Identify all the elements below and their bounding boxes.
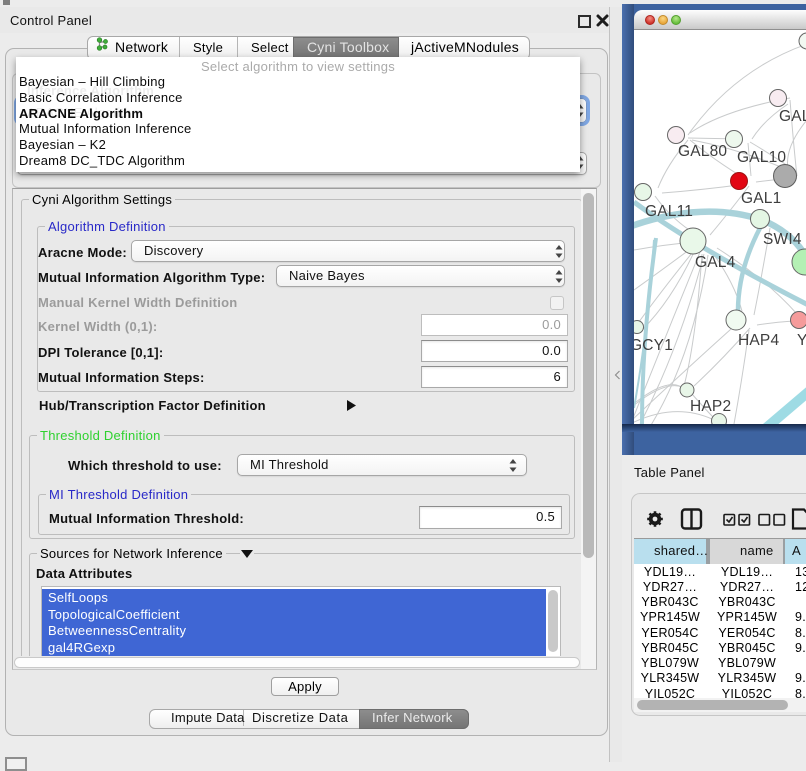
svg-text:SWI4: SWI4 — [763, 231, 802, 248]
svg-text:GAL80: GAL80 — [678, 143, 727, 160]
svg-text:GAL4: GAL4 — [695, 254, 736, 271]
svg-text:GCY1: GCY1 — [634, 337, 673, 354]
svg-text:GAL10: GAL10 — [737, 149, 786, 166]
svg-text:HAP4: HAP4 — [738, 332, 779, 349]
svg-text:Y: Y — [797, 332, 806, 349]
svg-text:GAL7: GAL7 — [779, 108, 806, 125]
svg-text:GAL1: GAL1 — [741, 190, 781, 207]
svg-text:HAP2: HAP2 — [690, 398, 731, 415]
svg-text:GAL11: GAL11 — [645, 203, 693, 220]
